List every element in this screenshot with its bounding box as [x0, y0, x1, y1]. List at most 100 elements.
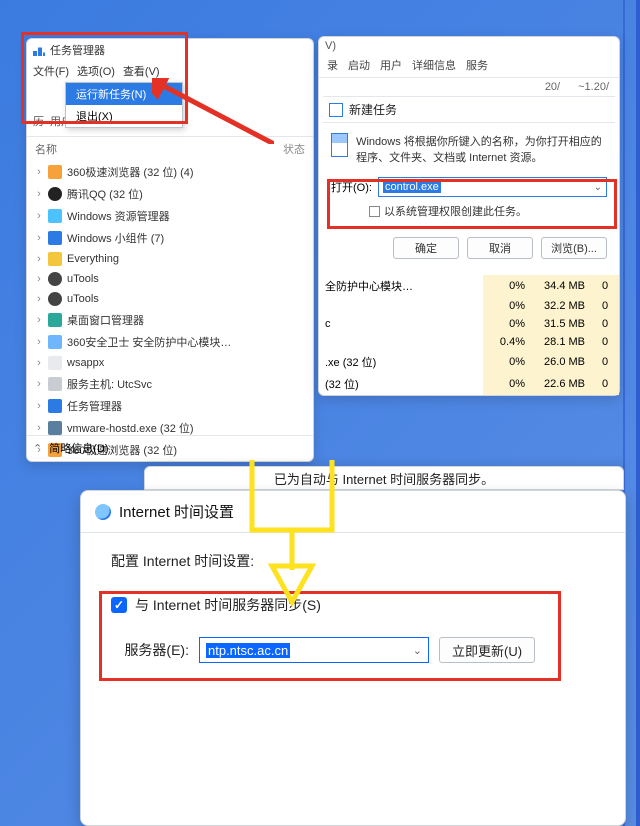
process-icon: [48, 377, 62, 391]
expand-icon[interactable]: ›: [35, 188, 43, 200]
chevron-down-icon[interactable]: ⌄: [594, 182, 602, 193]
open-value: control.exe: [383, 181, 441, 193]
table-row[interactable]: 0.4%28.1 MB0: [319, 333, 619, 351]
dialog-title-2: Internet 时间设置: [119, 501, 234, 522]
server-combo[interactable]: ntp.ntsc.ac.cn ⌄: [199, 637, 429, 663]
table-row[interactable]: ›360极速浏览器 (32 位) (4): [31, 161, 309, 183]
expand-icon[interactable]: ›: [35, 166, 43, 178]
table-row[interactable]: › 桌面窗口管理器: [31, 309, 309, 331]
browse-button[interactable]: 浏览(B)...: [541, 237, 607, 259]
expand-icon[interactable]: ›: [35, 357, 43, 369]
tab-details-2[interactable]: 详细信息: [412, 57, 456, 73]
globe-icon: [95, 504, 111, 520]
admin-checkbox[interactable]: [369, 206, 380, 217]
expand-icon[interactable]: ›: [35, 232, 43, 244]
proc-name: (32 位): [319, 373, 483, 395]
open-label: 打开(O):: [331, 179, 372, 195]
column-status[interactable]: 状态: [283, 141, 305, 157]
process-icon: [48, 231, 62, 245]
server-label: 服务器(E):: [111, 640, 189, 660]
update-now-button[interactable]: 立即更新(U): [439, 637, 535, 663]
admin-label: 以系统管理权限创建此任务。: [384, 203, 527, 219]
table-row[interactable]: .xe (32 位)0%26.0 MB0: [319, 351, 619, 373]
chevron-down-icon[interactable]: ⌄: [413, 644, 422, 657]
server-value: ntp.ntsc.ac.cn: [206, 643, 290, 658]
dialog-icon: [331, 133, 348, 157]
tab-users-2[interactable]: 用户: [380, 57, 402, 73]
menu-run-new-task[interactable]: 运行新任务(N): [66, 83, 182, 105]
task-manager-icon: [33, 44, 45, 56]
table-row[interactable]: › 服务主机: UtcSvc: [31, 373, 309, 395]
process-name: 服务主机: UtcSvc: [67, 376, 152, 392]
tab-app-history[interactable]: 历: [33, 113, 44, 132]
dialog-title-bar-2: Internet 时间设置: [81, 491, 625, 532]
file-menu-dropdown: 运行新任务(N) 退出(X): [65, 82, 183, 128]
menu-bar: 文件(F) 选项(O) 查看(V): [27, 61, 313, 83]
disk-cell: 0: [591, 315, 619, 333]
table-row[interactable]: › Windows 资源管理器: [31, 205, 309, 227]
expand-icon[interactable]: ›: [35, 210, 43, 222]
process-name: Windows 资源管理器: [67, 208, 170, 224]
table-row[interactable]: ›腾讯QQ (32 位): [31, 183, 309, 205]
table-row[interactable]: › Windows 小组件 (7): [31, 227, 309, 249]
process-name: 桌面窗口管理器: [67, 312, 144, 328]
cancel-button[interactable]: 取消: [467, 237, 533, 259]
cpu-cell: 0.4%: [483, 333, 531, 351]
chevron-up-icon[interactable]: ⌃: [33, 443, 42, 455]
tab-startup[interactable]: 录: [327, 57, 338, 73]
process-icon: [48, 165, 62, 179]
new-task-panel: V) 录 启动 用户 详细信息 服务 20/ ~1.20/ 新建任务 Windo…: [318, 36, 620, 396]
sync-label: 与 Internet 时间服务器同步(S): [135, 595, 321, 615]
menu-view[interactable]: 查看(V): [123, 63, 160, 79]
open-combo[interactable]: control.exe ⌄: [378, 177, 607, 197]
mem-cell: 22.6 MB: [531, 373, 591, 395]
process-name: uTools: [67, 273, 99, 285]
menu-exit[interactable]: 退出(X): [66, 105, 182, 127]
expand-icon[interactable]: ›: [35, 336, 43, 348]
process-name: Everything: [67, 253, 119, 265]
cpu-cell: 0%: [483, 373, 531, 395]
expand-icon[interactable]: ›: [35, 273, 43, 285]
table-row[interactable]: › Everything: [31, 249, 309, 269]
usage-header: 20/ ~1.20/: [319, 78, 619, 96]
menu-options[interactable]: 选项(O): [77, 63, 115, 79]
column-name[interactable]: 名称: [35, 141, 57, 157]
process-name: vmware-hostd.exe (32 位): [67, 420, 194, 436]
expand-icon[interactable]: ›: [35, 314, 43, 326]
menu-fragment: V): [325, 40, 336, 52]
process-name: wsappx: [67, 357, 104, 369]
title-bar: 任务管理器: [27, 39, 313, 61]
subtitle: 配置 Internet 时间设置:: [111, 551, 595, 571]
table-row[interactable]: ›360安全卫士 安全防护中心模块…: [31, 331, 309, 353]
table-row[interactable]: 全防护中心模块…0%34.4 MB0: [319, 275, 619, 297]
expand-icon[interactable]: ›: [35, 422, 43, 434]
sync-checkbox[interactable]: ✓: [111, 597, 127, 613]
footer-label[interactable]: 简略信息(D): [49, 443, 108, 455]
table-row[interactable]: › wsappx: [31, 353, 309, 373]
table-row[interactable]: › uTools: [31, 269, 309, 289]
table-row[interactable]: ›uTools: [31, 289, 309, 309]
proc-name: [319, 297, 483, 315]
table-row[interactable]: 0%32.2 MB0: [319, 297, 619, 315]
menu-file[interactable]: 文件(F): [33, 63, 69, 79]
process-metrics-table: 全防护中心模块…0%34.4 MB00%32.2 MB0c0%31.5 MB00…: [319, 275, 619, 395]
table-row[interactable]: c0%31.5 MB0: [319, 315, 619, 333]
cpu-pct: 20/: [545, 81, 560, 93]
tab-startup-2[interactable]: 启动: [348, 57, 370, 73]
table-row[interactable]: ›任务管理器: [31, 395, 309, 417]
cpu-cell: 0%: [483, 315, 531, 333]
disk-cell: 0: [591, 351, 619, 373]
tab-services-2[interactable]: 服务: [466, 57, 488, 73]
proc-name: [319, 333, 483, 351]
expand-icon[interactable]: ›: [35, 293, 43, 305]
process-icon: [48, 209, 62, 223]
disk-cell: 0: [591, 275, 619, 297]
expand-icon[interactable]: ›: [35, 253, 43, 265]
expand-icon[interactable]: ›: [35, 400, 43, 412]
process-name: Windows 小组件 (7): [67, 230, 164, 246]
expand-icon[interactable]: ›: [35, 378, 43, 390]
ok-button[interactable]: 确定: [393, 237, 459, 259]
task-manager-window: 任务管理器 文件(F) 选项(O) 查看(V) 运行新任务(N) 退出(X) 历…: [26, 38, 314, 462]
table-row[interactable]: (32 位)0%22.6 MB0: [319, 373, 619, 395]
dialog-message: Windows 将根据你所键入的名称，为你打开相应的程序、文件夹、文档或 Int…: [356, 133, 607, 165]
